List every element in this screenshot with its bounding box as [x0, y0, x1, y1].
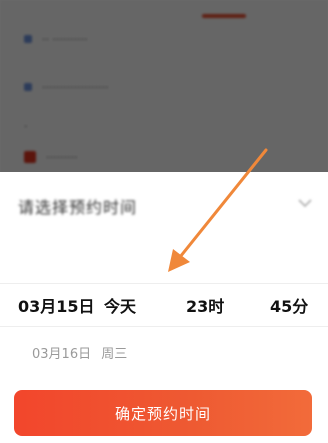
- time-picker-sheet: 请选择预约时间 03月15日 今天 23时 45分 03月16日 周三 确定预约…: [0, 172, 328, 443]
- picker-selected-row[interactable]: 03月15日 今天 23时 45分: [0, 283, 328, 327]
- selected-day[interactable]: 今天: [104, 293, 136, 317]
- selected-date[interactable]: 03月15日: [18, 293, 95, 317]
- screen: ·· ·········· ··················· · ····…: [0, 0, 328, 443]
- dim-overlay[interactable]: [0, 0, 328, 175]
- next-date[interactable]: 03月16日: [32, 347, 91, 362]
- picker-next-row[interactable]: 03月16日 周三: [32, 343, 127, 362]
- close-icon[interactable]: [296, 194, 314, 212]
- sheet-title: 请选择预约时间: [18, 198, 138, 217]
- next-day[interactable]: 周三: [101, 347, 127, 362]
- selected-hour[interactable]: 23时: [186, 293, 224, 317]
- selected-minute[interactable]: 45分: [270, 293, 308, 317]
- confirm-button[interactable]: 确定预约时间: [14, 390, 312, 436]
